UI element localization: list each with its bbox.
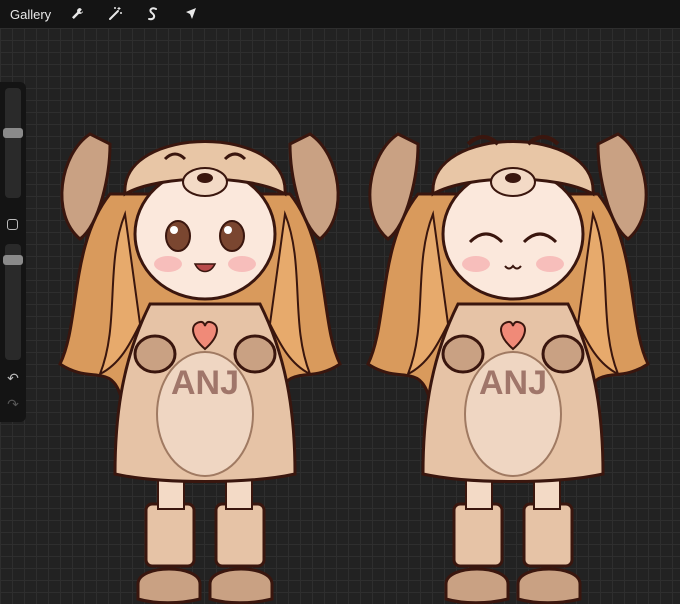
transform-arrow-icon[interactable] [179, 2, 203, 26]
selection-icon[interactable] [141, 2, 165, 26]
character-artwork: ANJ ANJ [58, 132, 650, 604]
character-right: ANJ [366, 132, 650, 604]
character-left: ANJ [58, 132, 342, 604]
top-toolbar: Gallery [0, 0, 680, 28]
right-eye [219, 220, 245, 252]
shirt-text: ANJ [171, 364, 239, 402]
left-eye [165, 220, 191, 252]
wrench-icon[interactable] [65, 2, 89, 26]
shirt-text: ANJ [479, 364, 547, 402]
gallery-button[interactable]: Gallery [10, 7, 51, 22]
magic-wand-icon[interactable] [103, 2, 127, 26]
